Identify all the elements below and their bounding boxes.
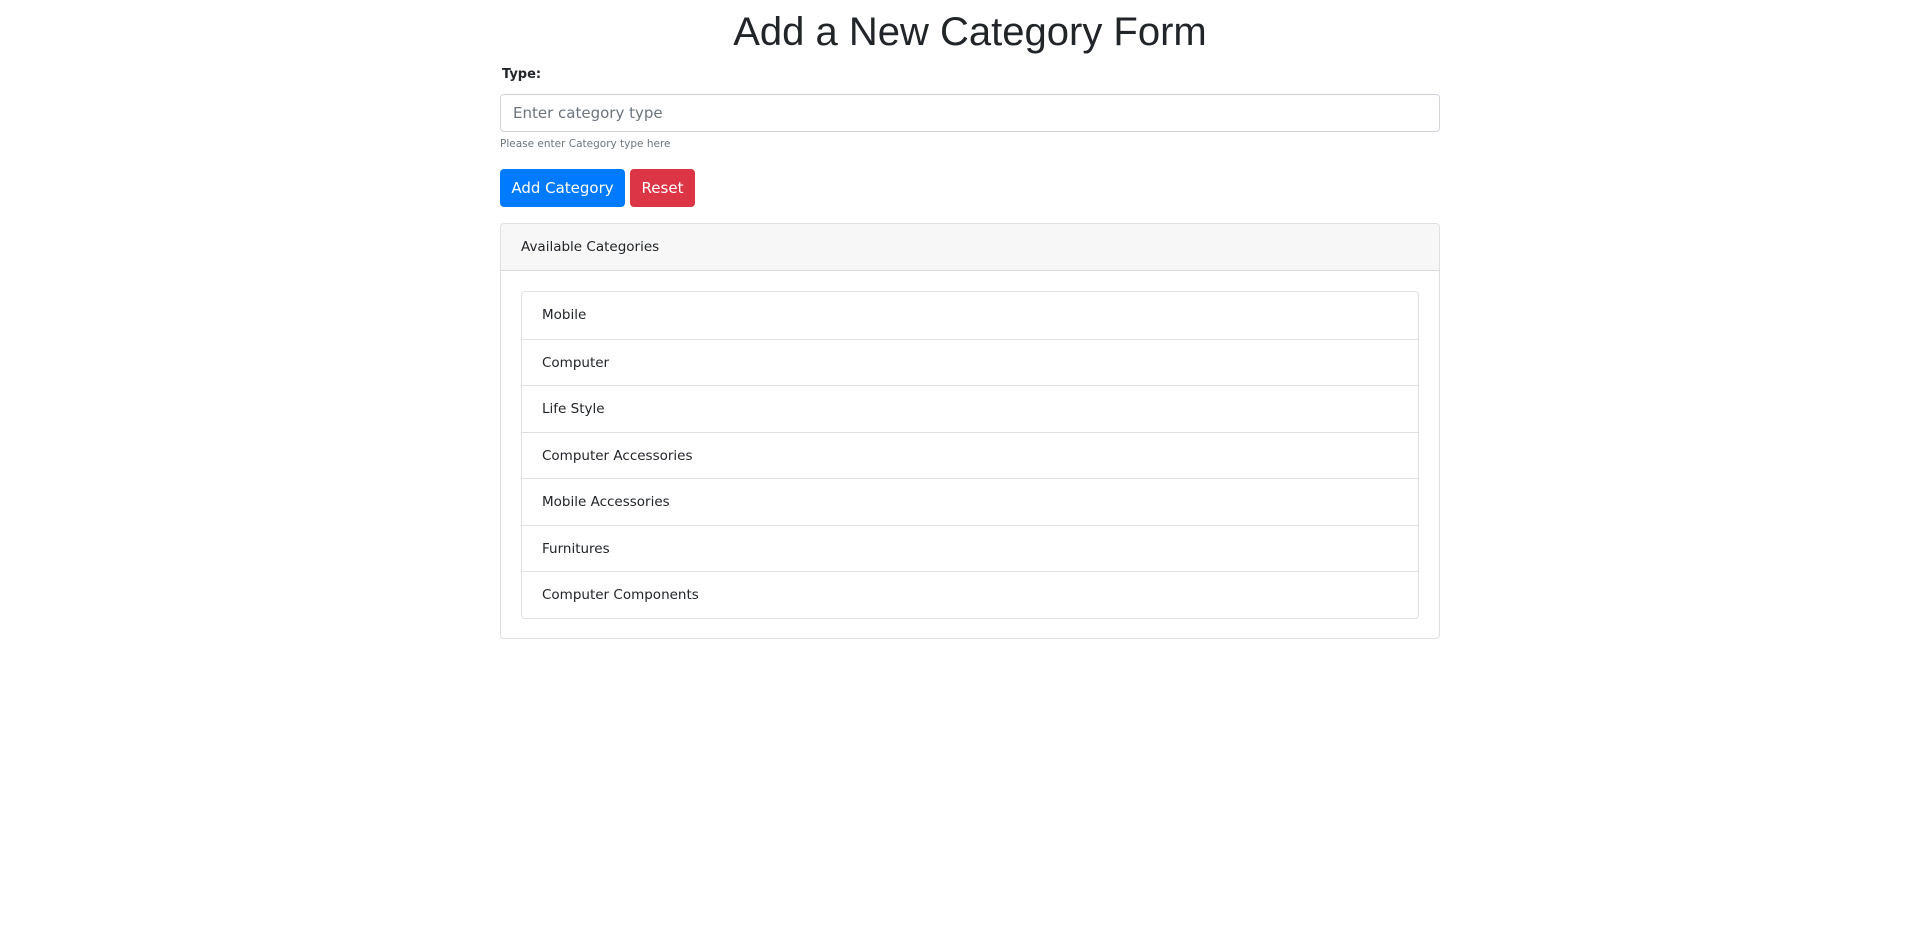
category-list-item: Computer Components xyxy=(522,571,1418,618)
category-list-item: Life Style xyxy=(522,385,1418,432)
page-container: Add a New Category Form Type: Please ent… xyxy=(500,0,1440,639)
type-help-text: Please enter Category type here xyxy=(500,138,671,150)
reset-button[interactable]: Reset xyxy=(630,169,695,207)
card-header: Available Categories xyxy=(501,224,1439,271)
category-list-item: Mobile xyxy=(542,307,587,323)
category-list-item: Computer xyxy=(522,338,1418,386)
category-list-item: Mobile Accessories xyxy=(522,478,1418,525)
type-label: Type: xyxy=(502,67,542,82)
available-categories-card: Available Categories Mobile Computer Lif… xyxy=(500,223,1440,639)
add-category-button[interactable]: Add Category xyxy=(500,169,625,207)
category-list-item: Furnitures xyxy=(522,524,1418,572)
category-list-item: Computer Accessories xyxy=(522,431,1418,479)
category-type-input[interactable] xyxy=(500,94,1440,132)
category-list: Mobile Computer Life Style Computer Acce… xyxy=(521,291,1419,619)
page-title: Add a New Category Form xyxy=(733,10,1207,54)
